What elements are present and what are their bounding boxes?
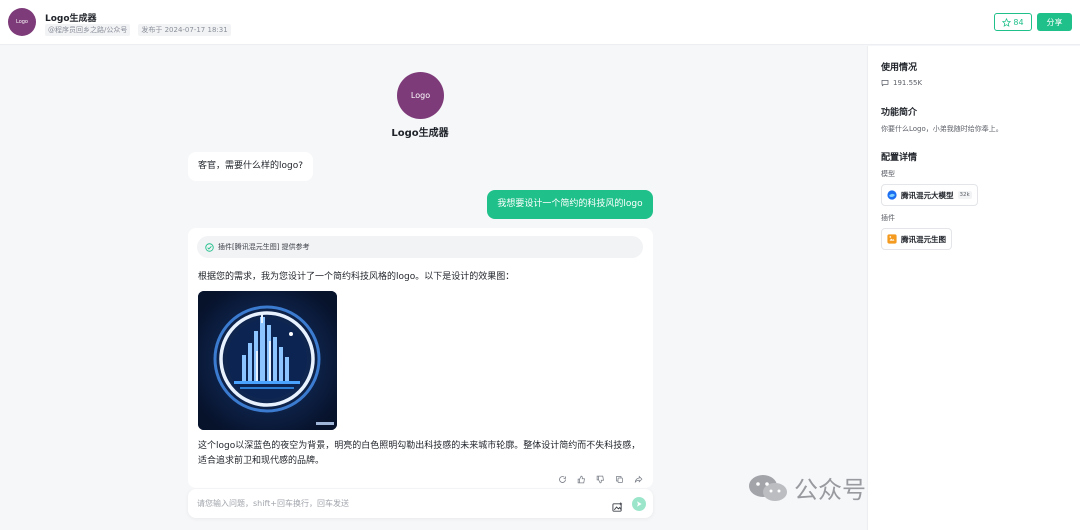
hunyuan-model-icon (887, 190, 897, 200)
agent-meta: @程序员回乡之路/公众号 发布于 2024-07-17 18:31 (45, 24, 231, 36)
publish-date: 发布于 2024-07-17 18:31 (138, 24, 231, 36)
user-message: 我想要设计一个简约的科技风的logo (487, 190, 653, 219)
share-message-icon[interactable] (633, 474, 643, 484)
generated-logo-image[interactable] (198, 291, 337, 430)
thumbs-up-icon[interactable] (576, 474, 586, 484)
intro-title: 功能简介 (881, 108, 918, 118)
send-icon (637, 501, 642, 507)
share-button[interactable]: 分享 (1037, 13, 1072, 31)
bot-answer-card: 插件[腾讯混元生图] 提供参考 根据您的需求，我为您设计了一个简约科技风格的lo… (188, 228, 653, 488)
chat-input[interactable] (197, 496, 597, 511)
bot-greeting-message: 客官，需要什么样的logo? (188, 152, 314, 181)
author-label[interactable]: @程序员回乡之路/公众号 (45, 24, 131, 36)
model-chip[interactable]: 腾讯混元大模型 32k (881, 184, 978, 206)
top-header: Logo Logo生成器 @程序员回乡之路/公众号 发布于 2024-07-17… (0, 0, 1080, 45)
chat-bubble-icon (881, 79, 889, 87)
usage-count: 191.55K (893, 79, 923, 87)
favorite-count: 84 (1013, 17, 1024, 27)
plugin-chip[interactable]: 腾讯混元生图 (881, 228, 952, 250)
answer-intro: 根据您的需求，我为您设计了一个简约科技风格的logo。以下是设计的效果图： (198, 272, 515, 282)
bot-avatar: Logo (397, 72, 444, 119)
agent-avatar: Logo (8, 8, 36, 36)
agent-title: Logo生成器 (45, 14, 97, 24)
city-logo-graphic (198, 291, 337, 430)
message-actions (557, 474, 643, 484)
plugin-name: 腾讯混元生图 (901, 234, 946, 244)
model-context-tag: 32k (957, 191, 972, 199)
regenerate-icon[interactable] (557, 474, 567, 484)
model-name: 腾讯混元大模型 (901, 190, 954, 200)
wechat-icon (749, 474, 787, 501)
send-button[interactable] (632, 497, 646, 511)
check-circle-icon (205, 242, 214, 252)
usage-stat: 191.55K (881, 79, 922, 87)
image-gen-plugin-icon (887, 234, 897, 244)
answer-description: 这个logo以深蓝色的夜空为背景，明亮的白色照明勾勒出科技感的未来城市轮廓。整体… (198, 441, 641, 466)
plugin-reference-pill[interactable]: 插件[腾讯混元生图] 提供参考 (197, 236, 643, 258)
chat-input-box (188, 489, 653, 518)
intro-text: 你要什么Logo，小弟我随时给你奉上。 (881, 125, 1003, 133)
model-label: 模型 (881, 170, 895, 178)
plugin-label: 插件 (881, 214, 895, 222)
copy-icon[interactable] (614, 474, 624, 484)
favorite-button[interactable]: 84 (994, 13, 1032, 31)
config-title: 配置详情 (881, 153, 918, 163)
image-upload-icon[interactable] (612, 498, 623, 512)
bot-name: Logo生成器 (391, 128, 449, 139)
usage-title: 使用情况 (881, 63, 918, 73)
info-side-panel: 使用情况 191.55K 功能简介 你要什么Logo，小弟我随时给你奉上。 配置… (867, 46, 1080, 530)
thumbs-down-icon[interactable] (595, 474, 605, 484)
plugin-note: 插件[腾讯混元生图] 提供参考 (218, 243, 310, 251)
star-icon (1002, 17, 1012, 27)
